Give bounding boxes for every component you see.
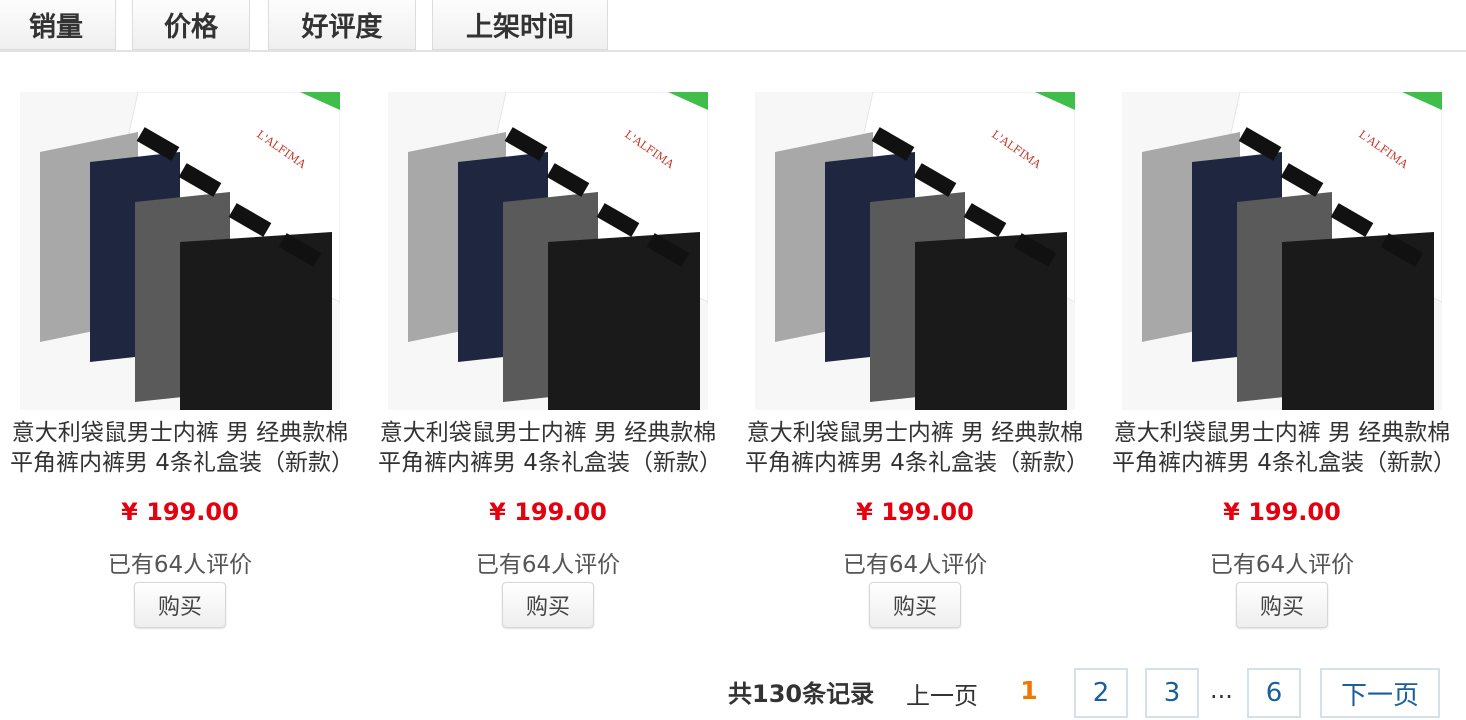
product-title[interactable]: 意大利袋鼠男士内裤 男 经典款棉平角裤内裤男 4条礼盒装（新款）	[745, 418, 1085, 480]
product-image[interactable]: L'ALFIMA	[1122, 91, 1443, 410]
product-price: ¥ 199.00	[121, 498, 239, 526]
product-price: ¥ 199.00	[856, 498, 974, 526]
product-image[interactable]: L'ALFIMA	[388, 91, 709, 410]
product-title[interactable]: 意大利袋鼠男士内裤 男 经典款棉平角裤内裤男 4条礼盒装（新款）	[378, 418, 718, 480]
product-price: ¥ 199.00	[489, 498, 607, 526]
product-image[interactable]: L'ALFIMA	[755, 91, 1076, 410]
buy-button[interactable]: 购买	[1236, 582, 1328, 628]
buy-button[interactable]: 购买	[134, 582, 226, 628]
product-card: L'ALFIMA 意大利袋鼠男士内裤 男 经典款棉平角裤内裤男 4条礼盒装（新款…	[1112, 91, 1452, 632]
product-card: L'ALFIMA 意大利袋鼠男士内裤 男 经典款棉平角裤内裤男 4条礼盒装（新款…	[378, 91, 718, 632]
review-count[interactable]: 已有64人评价	[378, 545, 718, 579]
sort-bar: 销量 价格 好评度 上架时间	[0, 0, 1466, 52]
product-price: ¥ 199.00	[1223, 498, 1341, 526]
buy-button[interactable]: 购买	[869, 582, 961, 628]
product-card: L'ALFIMA 意大利袋鼠男士内裤 男 经典款棉平角裤内裤男 4条礼盒装（新款…	[10, 91, 350, 632]
pagination-ellipsis: ...	[1210, 676, 1233, 704]
product-image[interactable]: L'ALFIMA	[20, 91, 341, 410]
buy-button[interactable]: 购买	[502, 582, 594, 628]
current-page: 1	[1020, 676, 1038, 705]
page-link-2[interactable]: 2	[1074, 668, 1128, 718]
sort-tab-listing-time[interactable]: 上架时间	[432, 0, 608, 50]
review-count[interactable]: 已有64人评价	[10, 545, 350, 579]
product-card: L'ALFIMA 意大利袋鼠男士内裤 男 经典款棉平角裤内裤男 4条礼盒装（新款…	[745, 91, 1085, 632]
sort-tab-sales[interactable]: 销量	[0, 0, 116, 50]
total-records: 共130条记录	[728, 680, 875, 708]
review-count[interactable]: 已有64人评价	[745, 545, 1085, 579]
pagination: 共130条记录 上一页 1 2 3 ... 6 下一页	[0, 668, 1466, 720]
prev-page-link[interactable]: 上一页	[906, 676, 978, 711]
sort-tab-price[interactable]: 价格	[132, 0, 250, 50]
page-link-3[interactable]: 3	[1145, 668, 1199, 718]
product-title[interactable]: 意大利袋鼠男士内裤 男 经典款棉平角裤内裤男 4条礼盒装（新款）	[1112, 418, 1452, 480]
sort-tab-rating[interactable]: 好评度	[268, 0, 416, 50]
review-count[interactable]: 已有64人评价	[1112, 545, 1452, 579]
page-link-6[interactable]: 6	[1247, 668, 1301, 718]
product-title[interactable]: 意大利袋鼠男士内裤 男 经典款棉平角裤内裤男 4条礼盒装（新款）	[10, 418, 350, 480]
next-page-button[interactable]: 下一页	[1320, 668, 1440, 718]
